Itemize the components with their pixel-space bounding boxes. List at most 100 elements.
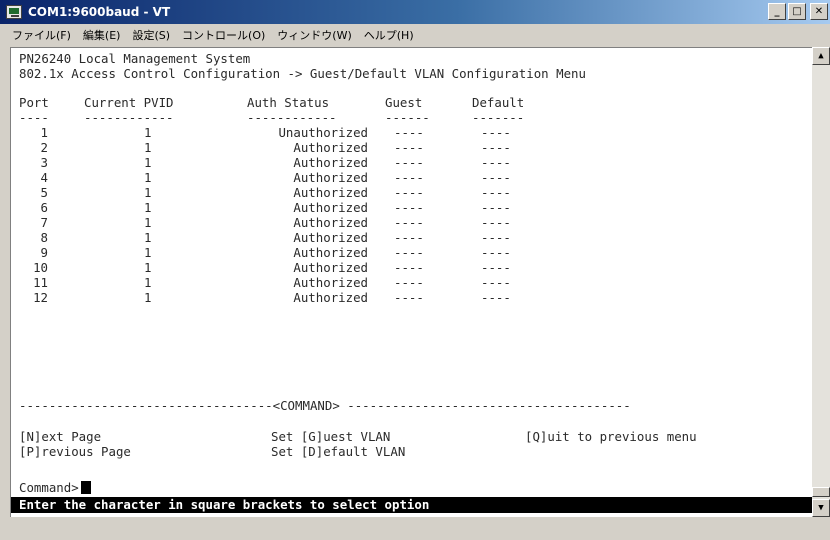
cell-default: ---- xyxy=(481,275,511,290)
cell-pvid: 1 xyxy=(144,155,152,170)
cell-guest: ---- xyxy=(394,185,424,200)
cell-default: ---- xyxy=(481,140,511,155)
system-title: PN26240 Local Management System xyxy=(19,51,251,66)
menu-setup[interactable]: 設定(S) xyxy=(126,27,176,43)
cell-default: ---- xyxy=(481,170,511,185)
cell-pvid: 1 xyxy=(144,185,152,200)
cell-default: ---- xyxy=(481,215,511,230)
window-title: COM1:9600baud - VT xyxy=(28,5,171,19)
breadcrumb: 802.1x Access Control Configuration -> G… xyxy=(19,66,586,81)
cell-port: 1 xyxy=(40,125,48,140)
terminal-screen[interactable]: PN26240 Local Management System 802.1x A… xyxy=(10,47,813,517)
header-underline-pvid: ------------ xyxy=(84,110,174,125)
cell-status: Authorized xyxy=(293,275,368,290)
header-underline-default: ------- xyxy=(472,110,525,125)
cell-guest: ---- xyxy=(394,125,424,140)
text-cursor xyxy=(80,481,91,494)
scroll-up-arrow-icon[interactable]: ▲ xyxy=(812,47,830,65)
cell-pvid: 1 xyxy=(144,170,152,185)
minimize-button[interactable]: _ xyxy=(768,3,786,20)
cell-port: 12 xyxy=(33,290,48,305)
menu-control[interactable]: コントロール(O) xyxy=(176,27,271,43)
option-next-page[interactable]: [N]ext Page xyxy=(19,429,101,444)
cell-port: 7 xyxy=(40,215,48,230)
command-divider-label: <COMMAND> xyxy=(272,398,340,413)
option-set-default-vlan[interactable]: Set [D]efault VLAN xyxy=(271,444,405,459)
menu-bar: ファイル(F) 編集(E) 設定(S) コントロール(O) ウィンドウ(W) ヘ… xyxy=(0,24,830,46)
cell-port: 6 xyxy=(40,200,48,215)
cell-status: Unauthorized xyxy=(278,125,368,140)
cell-pvid: 1 xyxy=(144,215,152,230)
cell-pvid: 1 xyxy=(144,200,152,215)
header-default: Default xyxy=(472,95,525,110)
cell-default: ---- xyxy=(481,260,511,275)
cell-pvid: 1 xyxy=(144,125,152,140)
cell-status: Authorized xyxy=(293,155,368,170)
cell-default: ---- xyxy=(481,185,511,200)
cell-status: Authorized xyxy=(293,290,368,305)
option-quit[interactable]: [Q]uit to previous menu xyxy=(525,429,697,444)
cell-status: Authorized xyxy=(293,170,368,185)
terminal-app-icon[interactable] xyxy=(6,5,22,19)
scroll-thumb[interactable] xyxy=(812,487,830,497)
header-underline-status: ------------ xyxy=(247,110,337,125)
cell-pvid: 1 xyxy=(144,290,152,305)
cell-port: 5 xyxy=(40,185,48,200)
cell-port: 4 xyxy=(40,170,48,185)
menu-edit[interactable]: 編集(E) xyxy=(77,27,127,43)
cell-port: 3 xyxy=(40,155,48,170)
cell-status: Authorized xyxy=(293,230,368,245)
cell-status: Authorized xyxy=(293,200,368,215)
header-auth-status: Auth Status xyxy=(247,95,330,110)
maximize-button[interactable]: □ xyxy=(788,3,806,20)
cell-status: Authorized xyxy=(293,260,368,275)
title-bar[interactable]: COM1:9600baud - VT _ □ ✕ xyxy=(0,0,830,24)
cell-guest: ---- xyxy=(394,260,424,275)
cell-guest: ---- xyxy=(394,200,424,215)
cell-default: ---- xyxy=(481,230,511,245)
menu-file[interactable]: ファイル(F) xyxy=(6,27,77,43)
cell-default: ---- xyxy=(481,290,511,305)
cell-status: Authorized xyxy=(293,140,368,155)
cell-status: Authorized xyxy=(293,215,368,230)
cell-pvid: 1 xyxy=(144,245,152,260)
cell-port: 9 xyxy=(40,245,48,260)
cell-guest: ---- xyxy=(394,275,424,290)
cell-guest: ---- xyxy=(394,245,424,260)
cell-guest: ---- xyxy=(394,170,424,185)
cell-default: ---- xyxy=(481,125,511,140)
cell-port: 10 xyxy=(33,260,48,275)
header-underline-guest: ------ xyxy=(385,110,430,125)
header-guest: Guest xyxy=(385,95,423,110)
option-previous-page[interactable]: [P]revious Page xyxy=(19,444,131,459)
window-bottom-edge xyxy=(0,517,830,540)
cell-guest: ---- xyxy=(394,290,424,305)
option-set-guest-vlan[interactable]: Set [G]uest VLAN xyxy=(271,429,390,444)
cell-pvid: 1 xyxy=(144,260,152,275)
cell-port: 11 xyxy=(33,275,48,290)
cell-pvid: 1 xyxy=(144,140,152,155)
cell-status: Authorized xyxy=(293,185,368,200)
terminal-window: COM1:9600baud - VT _ □ ✕ ファイル(F) 編集(E) 設… xyxy=(0,0,830,540)
cell-default: ---- xyxy=(481,245,511,260)
command-divider: ----------------------------------<COMMA… xyxy=(19,398,631,413)
cell-guest: ---- xyxy=(394,155,424,170)
cell-port: 2 xyxy=(40,140,48,155)
cell-guest: ---- xyxy=(394,230,424,245)
command-divider-right: -------------------------------------- xyxy=(339,398,631,413)
cell-default: ---- xyxy=(481,155,511,170)
vertical-scrollbar[interactable]: ▲ ▼ xyxy=(812,47,830,517)
header-port: Port xyxy=(19,95,49,110)
cell-pvid: 1 xyxy=(144,275,152,290)
scroll-down-arrow-icon[interactable]: ▼ xyxy=(812,499,830,517)
cell-guest: ---- xyxy=(394,215,424,230)
command-prompt: Command> xyxy=(19,480,79,495)
header-underline-port: ---- xyxy=(19,110,49,125)
window-controls: _ □ ✕ xyxy=(768,3,828,20)
menu-window[interactable]: ウィンドウ(W) xyxy=(271,27,357,43)
menu-help[interactable]: ヘルプ(H) xyxy=(358,27,420,43)
status-message: Enter the character in square brackets t… xyxy=(11,497,813,513)
close-button[interactable]: ✕ xyxy=(810,3,828,20)
command-line[interactable]: Command> xyxy=(19,480,91,495)
command-divider-left: ---------------------------------- xyxy=(19,398,273,413)
